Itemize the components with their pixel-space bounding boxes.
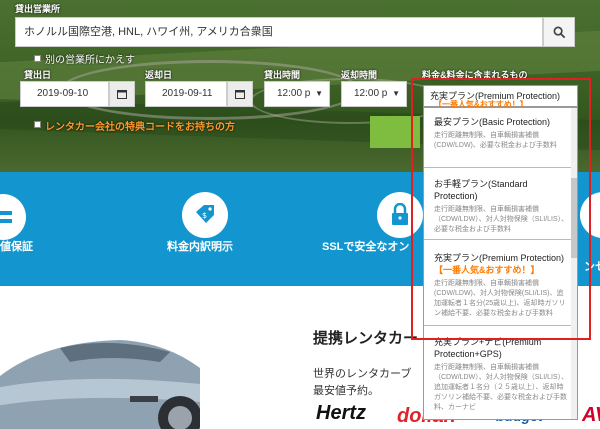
price-guarantee-icon (0, 194, 26, 240)
chevron-down-icon: ▼ (315, 89, 323, 98)
pickup-date-label: 貸出日 (24, 70, 52, 80)
pickup-time-select[interactable]: 12:00 p ▼ (264, 81, 330, 107)
return-time-label: 返却時間 (341, 70, 378, 80)
svg-text:$: $ (202, 211, 207, 220)
return-time-value: 12:00 p (354, 88, 388, 99)
calendar-icon (117, 90, 127, 99)
car-image (0, 318, 202, 429)
search-icon (553, 26, 565, 38)
chevron-down-icon: ▼ (392, 89, 400, 98)
avis-logo: AV (582, 404, 600, 426)
pickup-label: 貸出営業所 (15, 4, 61, 14)
option-description: 走行距離無制限、自車輌損害補償（CDW/LDW）、対人対物保険（SLI/LIS）… (434, 364, 569, 411)
return-calendar-button[interactable] (227, 81, 253, 107)
pickup-time-label: 貸出時間 (264, 70, 301, 80)
calendar-icon (235, 90, 245, 99)
pickup-date-input[interactable]: 2019-09-10 (20, 81, 109, 107)
return-time-select[interactable]: 12:00 p ▼ (341, 81, 407, 107)
pickup-location-input[interactable]: ホノルル国際空港, HNL, ハワイ州, アメリカ合衆国 (15, 17, 543, 47)
search-button[interactable] (543, 17, 575, 47)
partner-title: 提携レンタカー (313, 330, 419, 347)
return-date-input[interactable]: 2019-09-11 (145, 81, 227, 107)
different-return-label: 別の営業所にかえす (45, 55, 135, 66)
hertz-logo: Hertz (316, 402, 367, 424)
feature-text-1: 値保証 (0, 241, 33, 253)
coupon-link[interactable]: レンタカー会社の特典コードをお持ちの方 (45, 118, 235, 133)
price-tag-icon: $ (182, 192, 228, 238)
coupon-checkbox[interactable] (34, 121, 41, 128)
partner-description: 世界のレンタカーブ 最安値予約。 (313, 368, 412, 397)
plan-option-premium-gps[interactable]: 充実プラン+ナビ(Premium Protection+GPS) 走行距離無制限… (424, 326, 577, 419)
pickup-time-value: 12:00 p (277, 88, 311, 99)
highlight-box (411, 78, 591, 340)
return-date-label: 返却日 (145, 70, 173, 80)
feature-text-3: SSLで安全なオン (322, 241, 410, 253)
different-return-checkbox[interactable] (34, 55, 41, 62)
feature-text-2: 料金内訳明示 (167, 241, 233, 253)
pickup-calendar-button[interactable] (109, 81, 135, 107)
